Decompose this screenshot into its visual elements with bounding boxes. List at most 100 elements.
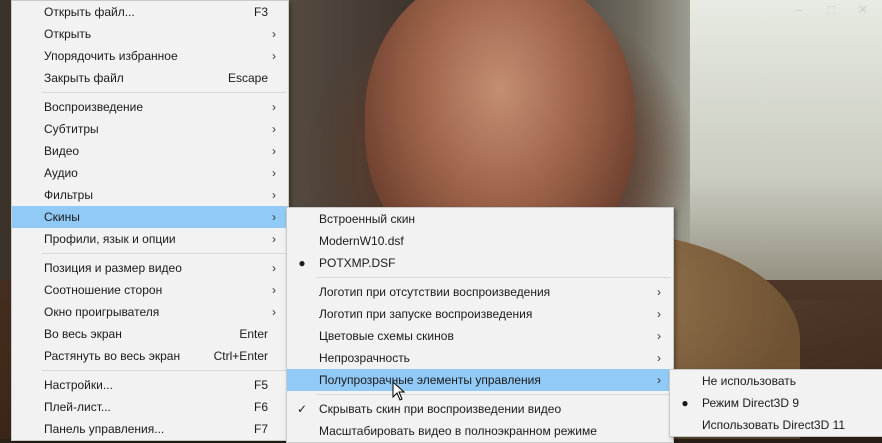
chevron-right-icon: › xyxy=(657,285,661,299)
chevron-right-icon: › xyxy=(272,122,276,136)
main-menu-item[interactable]: Открыть › xyxy=(12,23,288,45)
main-menu-item[interactable]: Упорядочить избранное › xyxy=(12,45,288,67)
menu-item-label: Открыть файл... xyxy=(44,5,135,19)
menu-separator xyxy=(42,92,286,93)
skins-menu-item[interactable]: ✓ Скрывать скин при воспроизведении видео xyxy=(287,398,673,420)
transparency-menu-item[interactable]: Использовать Direct3D 11 xyxy=(670,414,882,436)
menu-item-label: Растянуть во весь экран xyxy=(44,349,181,363)
chevron-right-icon: › xyxy=(272,261,276,275)
skins-menu-item[interactable]: Логотип при запуске воспроизведения › xyxy=(287,303,673,325)
maximize-icon[interactable]: □ xyxy=(824,2,838,18)
menu-item-label: Не использовать xyxy=(702,374,796,388)
main-menu-item[interactable]: Панель управления... F7 xyxy=(12,418,288,440)
main-menu-item[interactable]: Воспроизведение › xyxy=(12,96,288,118)
close-icon[interactable]: ✕ xyxy=(856,2,870,18)
menu-item-label: POTXMP.DSF xyxy=(319,256,396,270)
context-menu-skins: Встроенный скин ModernW10.dsf ● POTXMP.DSF Л… xyxy=(286,207,674,443)
context-menu-main: Открыть файл... F3 Открыть › Упорядочить изб… xyxy=(11,0,289,441)
menu-separator xyxy=(42,253,286,254)
chevron-right-icon: › xyxy=(272,27,276,41)
menu-item-label: Аудио xyxy=(44,166,78,180)
skins-menu-item[interactable]: ModernW10.dsf xyxy=(287,230,673,252)
main-menu-item[interactable]: Закрыть файл Escape xyxy=(12,67,288,89)
menu-item-label: Фильтры xyxy=(44,188,93,202)
chevron-right-icon: › xyxy=(272,49,276,63)
main-menu-item[interactable]: Фильтры › xyxy=(12,184,288,206)
skins-menu-item[interactable]: Непрозрачность › xyxy=(287,347,673,369)
menu-item-shortcut: Enter xyxy=(239,327,268,341)
menu-separator xyxy=(42,370,286,371)
main-menu-item[interactable]: Скины › xyxy=(12,206,288,228)
menu-item-label: Упорядочить избранное xyxy=(44,49,178,63)
chevron-right-icon: › xyxy=(272,188,276,202)
menu-item-label: Логотип при отсутствии воспроизведения xyxy=(319,285,551,299)
radio-dot-icon: ● xyxy=(681,396,689,410)
chevron-right-icon: › xyxy=(657,351,661,365)
menu-item-label: Открыть xyxy=(44,27,92,41)
menu-item-label: Настройки... xyxy=(44,378,113,392)
menu-item-label: Использовать Direct3D 11 xyxy=(702,418,846,432)
transparency-menu-item[interactable]: ● Режим Direct3D 9 xyxy=(670,392,882,414)
menu-item-shortcut: F7 xyxy=(253,422,268,436)
chevron-right-icon: › xyxy=(272,232,276,246)
main-menu-item[interactable]: Растянуть во весь экран Ctrl+Enter xyxy=(12,345,288,367)
chevron-right-icon: › xyxy=(272,100,276,114)
chevron-right-icon: › xyxy=(272,144,276,158)
menu-separator xyxy=(317,394,671,395)
main-menu-item[interactable]: Субтитры › xyxy=(12,118,288,140)
main-menu-item[interactable]: Открыть файл... F3 xyxy=(12,1,288,23)
skins-menu-item[interactable]: Полупрозрачные элементы управления › xyxy=(287,369,673,391)
chevron-right-icon: › xyxy=(272,305,276,319)
menu-item-shortcut: F5 xyxy=(253,378,268,392)
chevron-right-icon: › xyxy=(657,307,661,321)
menu-item-label: Плей-лист... xyxy=(44,400,111,414)
checkmark-icon: ✓ xyxy=(296,402,308,416)
menu-item-label: Скрывать скин при воспроизведении видео xyxy=(319,402,562,416)
menu-item-shortcut: F3 xyxy=(253,5,268,19)
menu-item-label: Логотип при запуске воспроизведения xyxy=(319,307,533,321)
main-menu-item[interactable]: Аудио › xyxy=(12,162,288,184)
main-menu-item[interactable]: Видео › xyxy=(12,140,288,162)
skins-menu-item[interactable]: Встроенный скин xyxy=(287,208,673,230)
skins-menu-item[interactable]: ● POTXMP.DSF xyxy=(287,252,673,274)
main-menu-item[interactable]: Профили, язык и опции › xyxy=(12,228,288,250)
skins-menu-item[interactable]: Логотип при отсутствии воспроизведения › xyxy=(287,281,673,303)
menu-item-label: Встроенный скин xyxy=(319,212,416,226)
menu-item-label: Субтитры xyxy=(44,122,99,136)
menu-item-label: Видео xyxy=(44,144,80,158)
chevron-right-icon: › xyxy=(272,166,276,180)
main-menu-item[interactable]: Во весь экран Enter xyxy=(12,323,288,345)
menu-item-label: Скины xyxy=(44,210,80,224)
menu-item-shortcut: Ctrl+Enter xyxy=(213,349,268,363)
menu-item-label: Закрыть файл xyxy=(44,71,124,85)
mouse-cursor-icon xyxy=(392,381,406,401)
transparency-menu-item[interactable]: Не использовать xyxy=(670,370,882,392)
chevron-right-icon: › xyxy=(657,373,661,387)
main-menu-item[interactable]: Окно проигрывателя › xyxy=(12,301,288,323)
main-menu-item[interactable]: Плей-лист... F6 xyxy=(12,396,288,418)
main-menu-item[interactable]: Настройки... F5 xyxy=(12,374,288,396)
menu-item-label: Профили, язык и опции xyxy=(44,232,176,246)
main-menu-item[interactable]: Соотношение сторон › xyxy=(12,279,288,301)
chevron-right-icon: › xyxy=(657,329,661,343)
menu-item-label: Во весь экран xyxy=(44,327,122,341)
menu-item-label: ModernW10.dsf xyxy=(319,234,404,248)
menu-item-label: Полупрозрачные элементы управления xyxy=(319,373,541,387)
menu-item-label: Цветовые схемы скинов xyxy=(319,329,454,343)
menu-item-label: Позиция и размер видео xyxy=(44,261,182,275)
menu-item-label: Воспроизведение xyxy=(44,100,144,114)
main-menu-item[interactable]: Позиция и размер видео › xyxy=(12,257,288,279)
menu-item-shortcut: Escape xyxy=(227,71,268,85)
menu-item-label: Режим Direct3D 9 xyxy=(702,396,800,410)
skins-menu-item[interactable]: Цветовые схемы скинов › xyxy=(287,325,673,347)
radio-dot-icon: ● xyxy=(298,256,306,270)
chevron-right-icon: › xyxy=(272,283,276,297)
minimize-icon[interactable]: – xyxy=(792,2,806,18)
menu-separator xyxy=(317,277,671,278)
chevron-right-icon: › xyxy=(272,210,276,224)
menu-item-label: Панель управления... xyxy=(44,422,165,436)
menu-item-label: Масштабировать видео в полноэкранном реж… xyxy=(319,424,597,438)
context-menu-transparency: Не использовать ● Режим Direct3D 9 Использо… xyxy=(669,369,882,437)
menu-item-label: Непрозрачность xyxy=(319,351,410,365)
menu-item-label: Соотношение сторон xyxy=(44,283,163,297)
